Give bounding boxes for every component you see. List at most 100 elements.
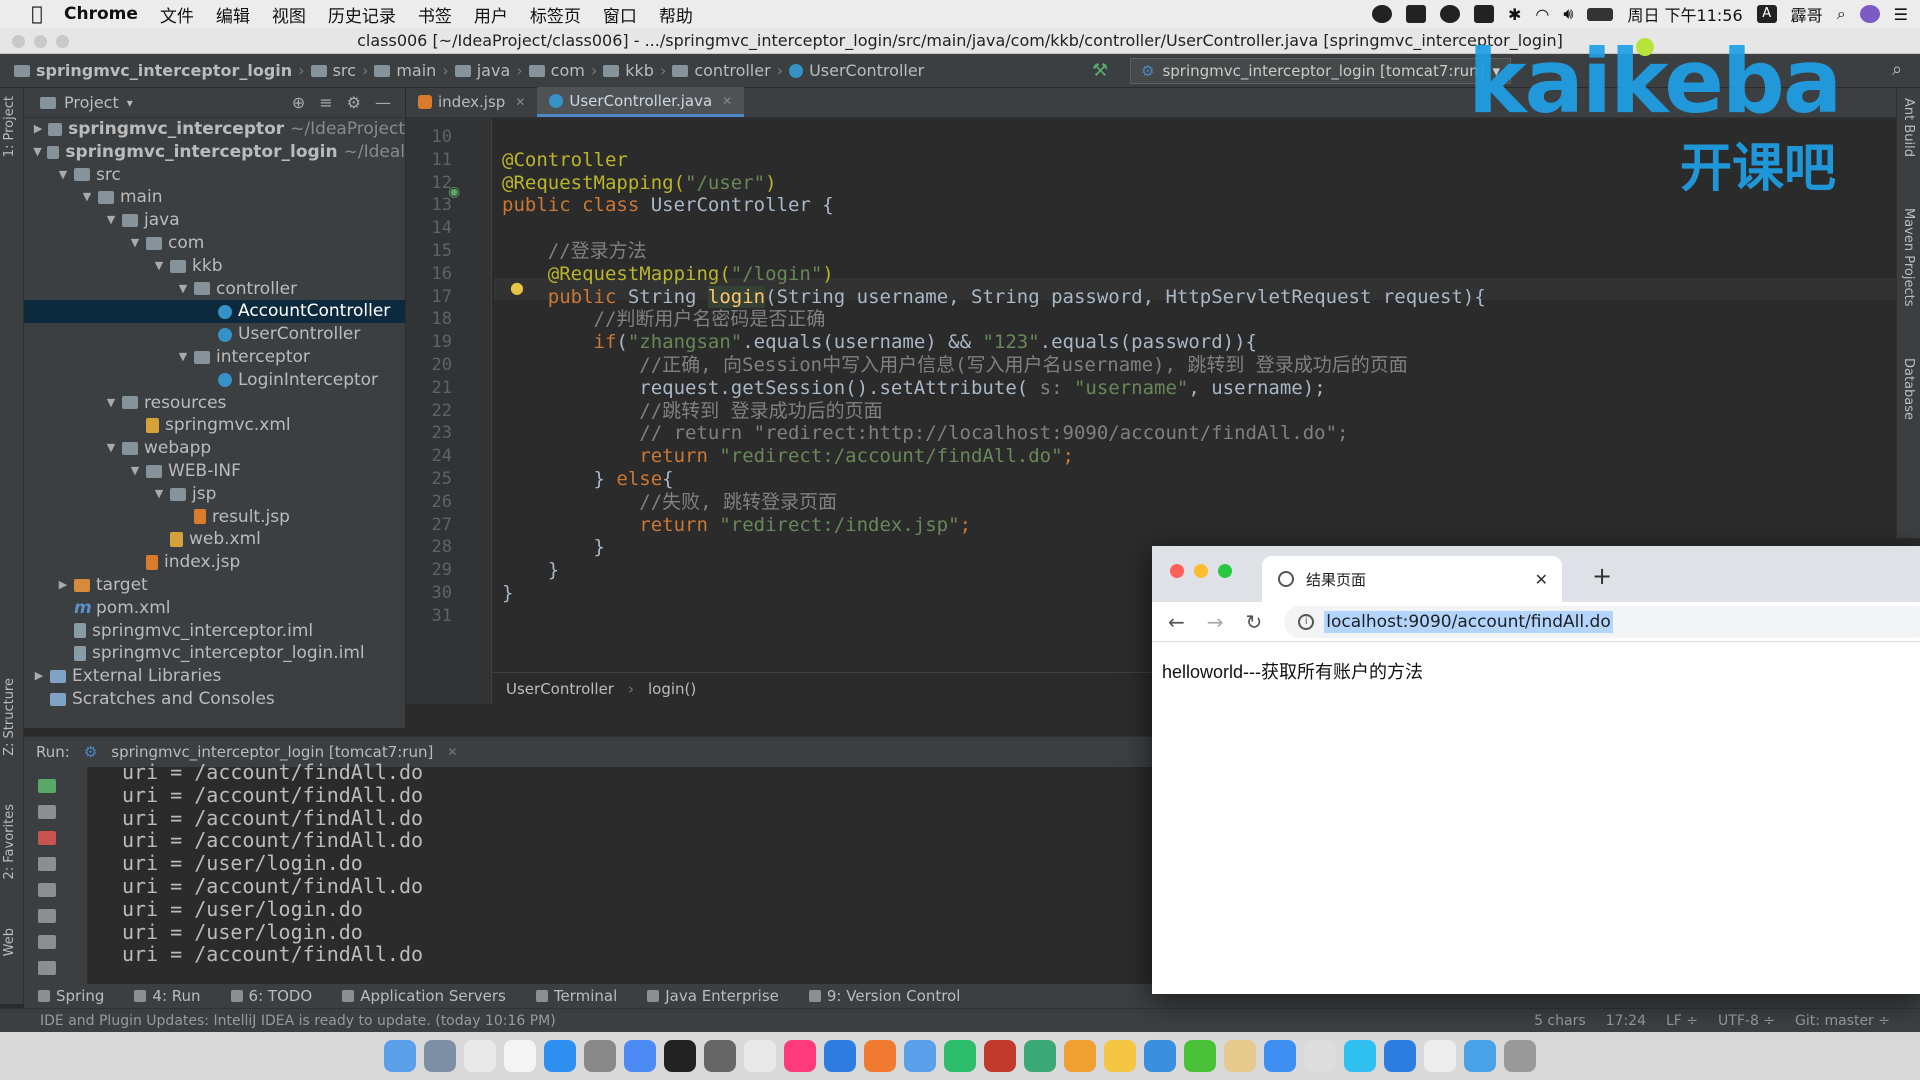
- tree-item[interactable]: ▼ kkb: [24, 255, 405, 278]
- tree-item[interactable]: ▼ com: [24, 232, 405, 255]
- tree-item[interactable]: index.jsp: [24, 551, 405, 574]
- tool-window-tab[interactable]: 9: Version Control: [808, 987, 960, 1005]
- dock-app-icon[interactable]: [864, 1040, 896, 1072]
- tab-favorites[interactable]: 2: Favorites: [2, 804, 17, 880]
- dock-app-icon[interactable]: [664, 1040, 696, 1072]
- menu-view[interactable]: 视图: [272, 2, 306, 27]
- new-tab-button[interactable]: +: [1592, 562, 1612, 590]
- tool-window-tab[interactable]: 4: Run: [134, 987, 201, 1005]
- search-everywhere-icon[interactable]: ⌕: [1892, 59, 1902, 80]
- back-icon[interactable]: ←: [1168, 610, 1185, 634]
- tree-item[interactable]: UserController: [24, 323, 405, 346]
- dock-app-icon[interactable]: [1424, 1040, 1456, 1072]
- dock-app-icon[interactable]: [424, 1040, 456, 1072]
- tree-item[interactable]: ▼ controller: [24, 278, 405, 301]
- wps-icon[interactable]: [1406, 5, 1426, 23]
- close-tab-icon[interactable]: ✕: [722, 94, 732, 108]
- zoom-window-button[interactable]: [1218, 564, 1232, 578]
- console-output[interactable]: uri = /account/findAll.do uri = /account/…: [122, 761, 423, 966]
- dock-app-icon[interactable]: [784, 1040, 816, 1072]
- info-icon[interactable]: i: [1298, 613, 1315, 630]
- dock-app-icon[interactable]: [944, 1040, 976, 1072]
- dock-app-icon[interactable]: [464, 1040, 496, 1072]
- update-app-icon[interactable]: [38, 805, 56, 819]
- dock-app-icon[interactable]: [984, 1040, 1016, 1072]
- locate-icon[interactable]: ⊕: [292, 93, 305, 112]
- dock-app-icon[interactable]: [1384, 1040, 1416, 1072]
- tab-database[interactable]: Database: [1901, 358, 1916, 420]
- minimize-window-button[interactable]: [34, 35, 47, 48]
- breadcrumb-item[interactable]: com: [551, 61, 585, 80]
- expand-down-icon[interactable]: ▼: [56, 164, 70, 187]
- breadcrumb-item[interactable]: UserController: [809, 61, 924, 80]
- reload-icon[interactable]: ↻: [1246, 610, 1263, 634]
- breadcrumb-item[interactable]: main: [396, 61, 436, 80]
- breadcrumb-item[interactable]: springmvc_interceptor_login: [36, 61, 292, 80]
- expand-down-icon[interactable]: ▼: [176, 346, 190, 369]
- tab-web[interactable]: Web: [2, 928, 17, 956]
- forward-icon[interactable]: →: [1207, 610, 1224, 634]
- menu-file[interactable]: 文件: [160, 2, 194, 27]
- dock-app-icon[interactable]: [504, 1040, 536, 1072]
- dock-app-icon[interactable]: [584, 1040, 616, 1072]
- breadcrumb-item[interactable]: src: [333, 61, 356, 80]
- tab-ant-build[interactable]: Ant Build: [1901, 98, 1916, 157]
- tree-item[interactable]: springmvc.xml: [24, 414, 405, 437]
- siri-icon[interactable]: [1859, 5, 1880, 23]
- stop-icon[interactable]: [38, 831, 56, 845]
- tree-item[interactable]: Scratches and Consoles: [24, 688, 405, 711]
- expand-down-icon[interactable]: ▼: [128, 232, 142, 255]
- tool-window-tab[interactable]: 6: TODO: [230, 987, 312, 1005]
- run-config-tab[interactable]: springmvc_interceptor_login [tomcat7:run…: [111, 743, 433, 761]
- search-icon[interactable]: ⌕: [1837, 4, 1846, 24]
- tab-project[interactable]: 1: Project: [2, 96, 17, 157]
- address-bar[interactable]: i localhost:9090/account/findAll.do: [1284, 605, 1920, 638]
- dock-app-icon[interactable]: [1344, 1040, 1376, 1072]
- camera-icon[interactable]: [38, 883, 56, 897]
- dock-app-icon[interactable]: [1464, 1040, 1496, 1072]
- minimize-window-button[interactable]: [1194, 564, 1208, 578]
- tree-item[interactable]: m pom.xml: [24, 597, 405, 620]
- dock-app-icon[interactable]: [1184, 1040, 1216, 1072]
- tab-maven-projects[interactable]: Maven Projects: [1901, 208, 1916, 307]
- file-encoding[interactable]: UTF-8 ÷: [1718, 1013, 1775, 1029]
- dock-app-icon[interactable]: [1024, 1040, 1056, 1072]
- browser-tab[interactable]: 结果页面 ✕: [1262, 556, 1562, 602]
- breadcrumb-item[interactable]: kkb: [625, 61, 654, 80]
- close-window-button[interactable]: [12, 35, 25, 48]
- print-icon[interactable]: [38, 935, 56, 949]
- dock-app-icon[interactable]: [744, 1040, 776, 1072]
- dock-app-icon[interactable]: [384, 1040, 416, 1072]
- tree-item[interactable]: web.xml: [24, 528, 405, 551]
- tab-structure[interactable]: Z: Structure: [2, 678, 17, 756]
- expand-down-icon[interactable]: ▼: [80, 186, 94, 209]
- tree-item[interactable]: ▼ java: [24, 209, 405, 232]
- notification-center-icon[interactable]: ☰: [1894, 5, 1908, 24]
- menu-app-name[interactable]: Chrome: [64, 4, 138, 24]
- tree-item[interactable]: ▼ resources: [24, 392, 405, 415]
- url-text[interactable]: localhost:9090/account/findAll.do: [1324, 610, 1613, 633]
- expand-down-icon[interactable]: ▼: [104, 209, 118, 232]
- project-view-selector[interactable]: Project: [64, 93, 119, 112]
- close-tab-icon[interactable]: ✕: [1535, 570, 1548, 589]
- line-separator[interactable]: LF ÷: [1666, 1013, 1698, 1029]
- tree-item[interactable]: ▼ jsp: [24, 483, 405, 506]
- expand-down-icon[interactable]: ▼: [128, 460, 142, 483]
- grid-icon[interactable]: [1474, 5, 1494, 23]
- tree-item[interactable]: springmvc_interceptor_login.iml: [24, 642, 405, 665]
- dock-app-icon[interactable]: [704, 1040, 736, 1072]
- apple-icon[interactable]: : [26, 3, 48, 25]
- battery-icon[interactable]: [1587, 7, 1614, 21]
- build-hammer-icon[interactable]: ⚒: [1092, 60, 1108, 81]
- dock-app-icon[interactable]: [1504, 1040, 1536, 1072]
- rerun-icon[interactable]: [38, 779, 56, 793]
- expand-down-icon[interactable]: ▼: [152, 483, 166, 506]
- menu-help[interactable]: 帮助: [659, 2, 693, 27]
- tree-item[interactable]: ▶ External Libraries: [24, 665, 405, 688]
- breadcrumb-method[interactable]: login(): [648, 680, 696, 698]
- user-name[interactable]: 霹哥: [1791, 2, 1823, 26]
- menu-tab[interactable]: 标签页: [530, 2, 581, 27]
- spring-bean-gutter-icon[interactable]: ◉: [448, 184, 460, 200]
- input-source-icon[interactable]: A: [1756, 5, 1777, 23]
- dock-app-icon[interactable]: [904, 1040, 936, 1072]
